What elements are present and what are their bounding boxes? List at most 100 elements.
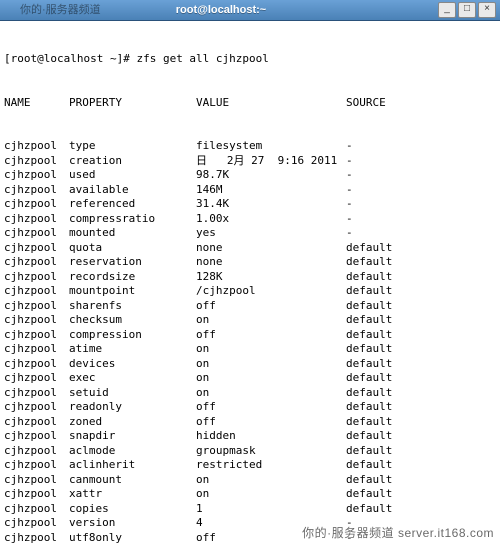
cell-value: on	[196, 473, 346, 488]
cell-value: off	[196, 531, 346, 545]
table-row: cjhzpoolreferenced31.4K-	[4, 197, 496, 212]
cell-value: none	[196, 241, 346, 256]
minimize-button[interactable]: _	[438, 2, 456, 18]
table-row: cjhzpoolexecondefault	[4, 371, 496, 386]
cell-value: 146M	[196, 183, 346, 198]
table-row: cjhzpoolzonedoffdefault	[4, 415, 496, 430]
cell-value: /cjhzpool	[196, 284, 346, 299]
cell-name: cjhzpool	[4, 400, 69, 415]
header-name: NAME	[4, 96, 69, 111]
table-row: cjhzpoolaclinheritrestricteddefault	[4, 458, 496, 473]
header-property: PROPERTY	[69, 96, 196, 111]
cell-source: default	[346, 241, 496, 256]
cell-value: filesystem	[196, 139, 346, 154]
cell-property: snapdir	[69, 429, 196, 444]
cell-source: default	[346, 444, 496, 459]
cell-property: xattr	[69, 487, 196, 502]
cell-property: zoned	[69, 415, 196, 430]
cell-value: 128K	[196, 270, 346, 285]
cell-source: default	[346, 284, 496, 299]
cell-name: cjhzpool	[4, 444, 69, 459]
cell-value: on	[196, 342, 346, 357]
cell-value: off	[196, 299, 346, 314]
table-row: cjhzpoolreservationnonedefault	[4, 255, 496, 270]
table-row: cjhzpoolchecksumondefault	[4, 313, 496, 328]
cell-source: -	[346, 154, 496, 169]
cell-value: 98.7K	[196, 168, 346, 183]
cell-source: default	[346, 270, 496, 285]
cell-value: on	[196, 487, 346, 502]
cell-property: aclinherit	[69, 458, 196, 473]
cell-property: readonly	[69, 400, 196, 415]
table-row: cjhzpoolmountedyes-	[4, 226, 496, 241]
cell-source: -	[346, 212, 496, 227]
cell-property: type	[69, 139, 196, 154]
cell-value: on	[196, 386, 346, 401]
window-buttons: _ □ ×	[438, 2, 496, 18]
cell-property: version	[69, 516, 196, 531]
cell-property: mounted	[69, 226, 196, 241]
cell-value: 4	[196, 516, 346, 531]
table-row: cjhzpoolxattrondefault	[4, 487, 496, 502]
window-titlebar: root@localhost:~ _ □ ×	[0, 0, 500, 21]
cell-property: recordsize	[69, 270, 196, 285]
table-row: cjhzpoolrecordsize128Kdefault	[4, 270, 496, 285]
terminal[interactable]: [root@localhost ~]# zfs get all cjhzpool…	[0, 21, 500, 545]
cell-property: referenced	[69, 197, 196, 212]
cell-source: -	[346, 197, 496, 212]
cell-value: 日 2月 27 9:16 2011	[196, 154, 346, 169]
table-row: cjhzpoolsnapdirhiddendefault	[4, 429, 496, 444]
cell-name: cjhzpool	[4, 183, 69, 198]
table-row: cjhzpoolavailable146M-	[4, 183, 496, 198]
cell-name: cjhzpool	[4, 473, 69, 488]
table-row: cjhzpoolcopies1default	[4, 502, 496, 517]
cell-source: default	[346, 458, 496, 473]
cell-source: default	[346, 328, 496, 343]
table-row: cjhzpoolutf8onlyoff-	[4, 531, 496, 545]
cell-value: hidden	[196, 429, 346, 444]
maximize-button[interactable]: □	[458, 2, 476, 18]
cell-name: cjhzpool	[4, 154, 69, 169]
close-button[interactable]: ×	[478, 2, 496, 18]
cell-source: default	[346, 415, 496, 430]
cell-value: off	[196, 328, 346, 343]
cell-property: canmount	[69, 473, 196, 488]
cell-value: 31.4K	[196, 197, 346, 212]
cell-value: on	[196, 357, 346, 372]
cell-property: checksum	[69, 313, 196, 328]
cell-name: cjhzpool	[4, 299, 69, 314]
table-row: cjhzpooldevicesondefault	[4, 357, 496, 372]
cell-name: cjhzpool	[4, 226, 69, 241]
cell-name: cjhzpool	[4, 371, 69, 386]
cell-name: cjhzpool	[4, 386, 69, 401]
cell-property: exec	[69, 371, 196, 386]
cell-value: yes	[196, 226, 346, 241]
cell-name: cjhzpool	[4, 255, 69, 270]
cell-source: -	[346, 531, 496, 545]
table-row: cjhzpoolcanmountondefault	[4, 473, 496, 488]
cell-property: compressratio	[69, 212, 196, 227]
table-row: cjhzpoolsetuidondefault	[4, 386, 496, 401]
cell-property: aclmode	[69, 444, 196, 459]
table-row: cjhzpoolcreation日 2月 27 9:16 2011-	[4, 154, 496, 169]
table-row: cjhzpoolreadonlyoffdefault	[4, 400, 496, 415]
cell-name: cjhzpool	[4, 241, 69, 256]
cell-source: -	[346, 168, 496, 183]
cell-property: used	[69, 168, 196, 183]
cell-property: atime	[69, 342, 196, 357]
cell-source: default	[346, 473, 496, 488]
cell-source: default	[346, 255, 496, 270]
table-row: cjhzpoolused98.7K-	[4, 168, 496, 183]
cell-name: cjhzpool	[4, 502, 69, 517]
cell-name: cjhzpool	[4, 531, 69, 545]
cell-name: cjhzpool	[4, 212, 69, 227]
cell-name: cjhzpool	[4, 284, 69, 299]
cell-value: none	[196, 255, 346, 270]
table-row: cjhzpoolversion4-	[4, 516, 496, 531]
window-title: root@localhost:~	[4, 4, 438, 16]
table-row: cjhzpoolmountpoint/cjhzpooldefault	[4, 284, 496, 299]
command-line: [root@localhost ~]# zfs get all cjhzpool	[4, 52, 496, 67]
prompt: [root@localhost ~]#	[4, 52, 136, 65]
header-source: SOURCE	[346, 96, 496, 111]
cell-name: cjhzpool	[4, 458, 69, 473]
